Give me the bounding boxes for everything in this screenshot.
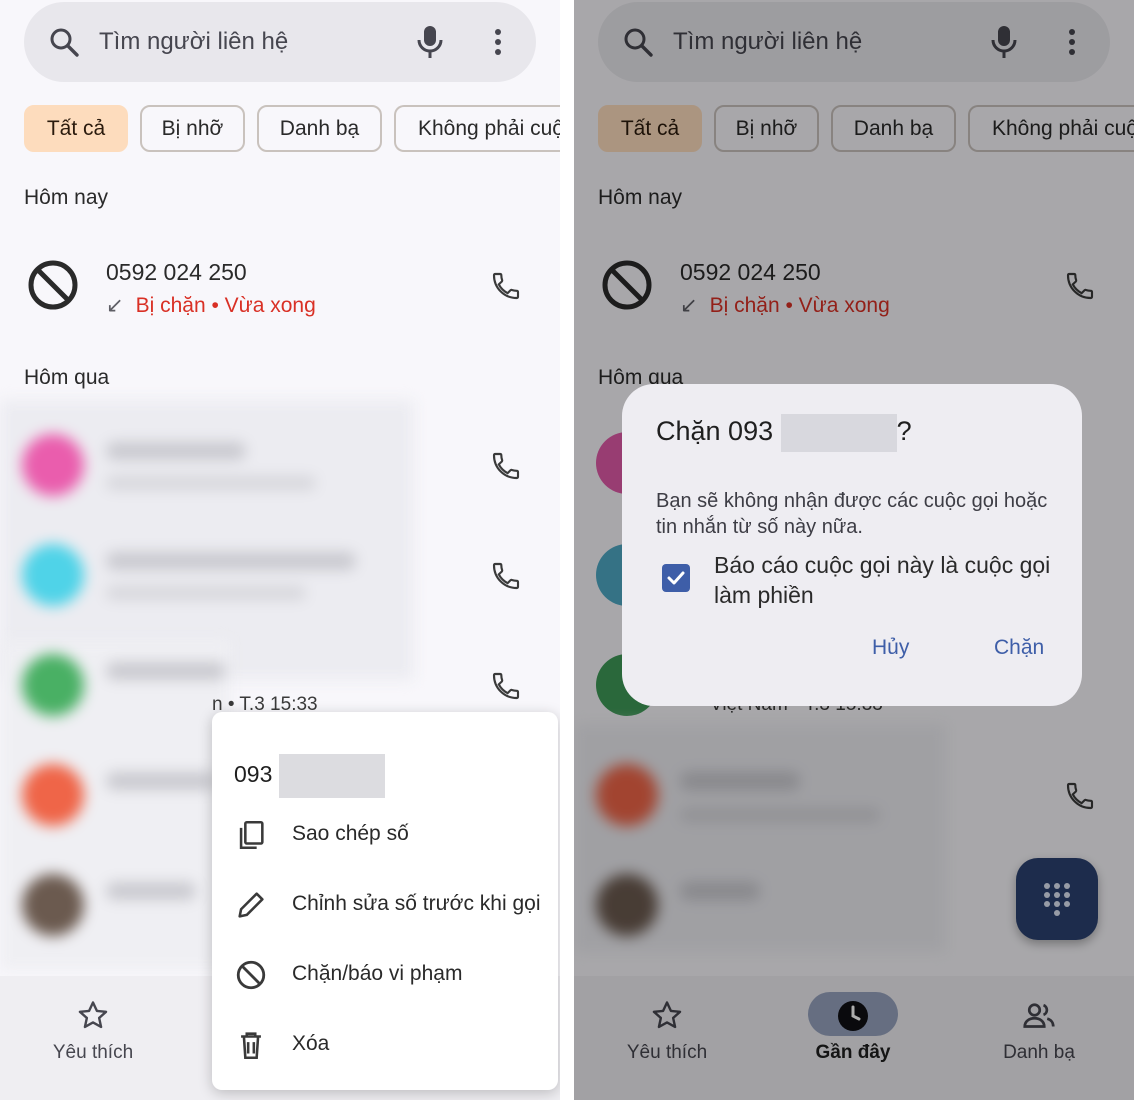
chip-contacts[interactable]: Danh bạ bbox=[257, 105, 382, 152]
call-status-text: Bị chặn • Vừa xong bbox=[135, 294, 316, 317]
phone-icon[interactable] bbox=[490, 670, 522, 702]
phone-icon[interactable] bbox=[490, 270, 522, 302]
search-bar[interactable]: Tìm người liên hệ bbox=[24, 2, 536, 82]
call-status: ↙ Bị chặn • Vừa xong bbox=[106, 293, 316, 318]
nav-favorites[interactable]: Yêu thích bbox=[0, 976, 186, 1100]
call-number[interactable]: 0592 024 250 bbox=[106, 259, 247, 286]
search-icon bbox=[50, 28, 79, 57]
menu-copy-label: Sao chép số bbox=[292, 822, 409, 845]
incoming-arrow-icon: ↙ bbox=[106, 294, 124, 317]
dialog-message: Bạn sẽ không nhận được các cuộc gọi hoặc… bbox=[656, 490, 1048, 538]
menu-edit-label: Chỉnh sửa số trước khi gọi bbox=[292, 892, 541, 915]
panel-divider bbox=[560, 0, 574, 1100]
blurred-call-rows-lower bbox=[0, 640, 230, 970]
block-button[interactable]: Chặn bbox=[994, 636, 1044, 660]
dialog-title-prefix: Chặn 093 bbox=[656, 416, 774, 447]
report-spam-label[interactable]: Báo cáo cuộc gọi này là cuộc gọi làm phi… bbox=[714, 550, 1054, 610]
menu-edit-before-call[interactable]: Chỉnh sửa số trước khi gọi bbox=[212, 870, 558, 940]
edit-icon bbox=[238, 892, 264, 918]
star-icon bbox=[78, 1001, 108, 1029]
chip-all[interactable]: Tất cả bbox=[24, 105, 128, 152]
context-menu-number: 093 bbox=[234, 754, 385, 798]
section-yesterday: Hôm qua bbox=[24, 366, 110, 389]
menu-copy-number[interactable]: Sao chép số bbox=[212, 800, 558, 870]
phone-icon[interactable] bbox=[490, 450, 522, 482]
redacted-number bbox=[278, 754, 385, 798]
context-menu: 093 Sao chép số Chỉnh sửa số trước khi g… bbox=[212, 712, 558, 1090]
block-icon bbox=[236, 960, 266, 990]
filter-chips: Tất cả Bị nhỡ Danh bạ Không phải cuộ bbox=[24, 105, 560, 153]
nav-favorites-label: Yêu thích bbox=[52, 1042, 134, 1063]
report-spam-checkbox[interactable] bbox=[662, 564, 690, 592]
menu-delete-label: Xóa bbox=[292, 1032, 330, 1055]
copy-icon bbox=[239, 820, 264, 850]
redacted-number bbox=[780, 414, 897, 452]
phone-icon[interactable] bbox=[490, 560, 522, 592]
chip-missed[interactable]: Bị nhỡ bbox=[140, 105, 245, 152]
mic-icon[interactable] bbox=[414, 24, 446, 60]
block-dialog: Chặn 093 ? Bạn sẽ không nhận được các cu… bbox=[622, 384, 1082, 706]
dialog-title-suffix: ? bbox=[896, 416, 912, 447]
search-placeholder: Tìm người liên hệ bbox=[99, 28, 289, 55]
dialog-title: Chặn 093 ? bbox=[656, 414, 912, 452]
more-options-icon[interactable] bbox=[484, 24, 512, 60]
delete-icon bbox=[241, 1032, 261, 1060]
panel-left: Tìm người liên hệ Tất cả Bị nhỡ Danh bạ … bbox=[0, 0, 560, 1100]
menu-block-label: Chặn/báo vi phạm bbox=[292, 962, 463, 985]
menu-delete[interactable]: Xóa bbox=[212, 1010, 558, 1080]
chip-not-spam[interactable]: Không phải cuộ bbox=[394, 105, 560, 152]
menu-block-report[interactable]: Chặn/báo vi phạm bbox=[212, 940, 558, 1010]
number-prefix: 093 bbox=[234, 761, 273, 788]
check-icon bbox=[667, 571, 685, 585]
blurred-call-rows bbox=[0, 400, 414, 680]
blocked-avatar-icon bbox=[28, 260, 78, 310]
section-today: Hôm nay bbox=[24, 186, 109, 209]
cancel-button[interactable]: Hủy bbox=[872, 636, 909, 660]
panel-right: Tìm người liên hệ Tất cả Bị nhỡ Danh bạ … bbox=[574, 0, 1134, 1100]
